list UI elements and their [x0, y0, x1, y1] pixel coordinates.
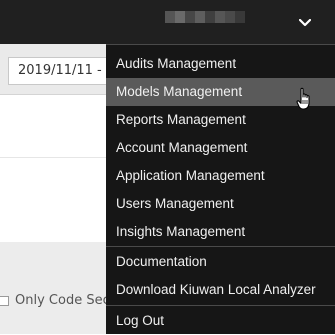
blur-block — [175, 11, 185, 23]
menu-item-application-management[interactable]: Application Management — [106, 162, 335, 190]
user-menu-toggle-button[interactable] — [288, 10, 322, 36]
menu-item-reports-management[interactable]: Reports Management — [106, 106, 335, 134]
menu-divider — [106, 305, 335, 306]
date-range-field[interactable]: 2019/11/11 - 2 — [8, 57, 118, 85]
only-code-security-checkbox[interactable] — [0, 295, 9, 306]
menu-item-log-out[interactable]: Log Out — [106, 307, 335, 335]
top-header-bar — [0, 0, 335, 44]
menu-item-insights-management[interactable]: Insights Management — [106, 218, 335, 246]
user-dropdown-menu: Audits Management Models Management Repo… — [106, 44, 335, 334]
menu-item-account-management[interactable]: Account Management — [106, 134, 335, 162]
blur-block — [215, 11, 225, 23]
only-code-security-filter[interactable]: Only Code Sec — [0, 293, 110, 308]
blur-block — [195, 11, 205, 23]
user-name-blurred[interactable] — [165, 11, 245, 23]
menu-item-users-management[interactable]: Users Management — [106, 190, 335, 218]
blur-block — [165, 11, 175, 23]
menu-item-audits-management[interactable]: Audits Management — [106, 50, 335, 78]
menu-item-models-management[interactable]: Models Management — [106, 78, 335, 106]
menu-item-documentation[interactable]: Documentation — [106, 248, 335, 276]
blur-block — [235, 11, 245, 23]
menu-divider — [106, 246, 335, 247]
menu-item-download-local-analyzer[interactable]: Download Kiuwan Local Analyzer — [106, 276, 335, 304]
blur-block — [185, 11, 195, 23]
chevron-down-icon — [299, 19, 311, 27]
blur-block — [225, 11, 235, 23]
only-code-security-label: Only Code Sec — [15, 293, 110, 308]
blur-block — [205, 11, 215, 23]
